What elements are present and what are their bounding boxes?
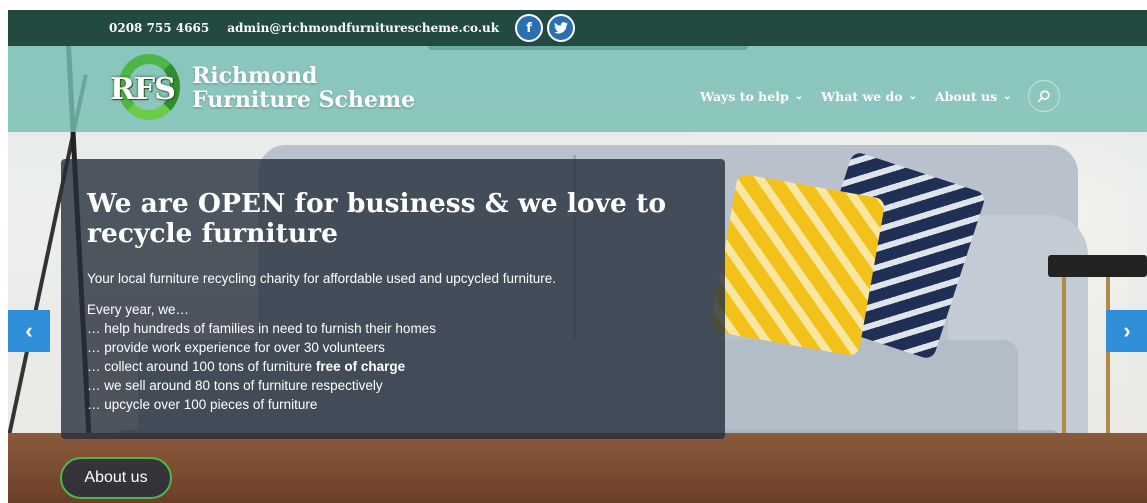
logo-initials: RFS — [110, 72, 176, 107]
phone-link[interactable]: 0208 755 4665 — [109, 21, 209, 35]
hero-subtitle: Your local furniture recycling charity f… — [87, 271, 557, 286]
facebook-glyph: f — [526, 20, 532, 36]
site-logo[interactable]: RFS Richmond Furniture Scheme — [108, 54, 415, 122]
list-item: … help hundreds of families in need to f… — [87, 321, 436, 336]
email-link[interactable]: admin@richmondfurniturescheme.co.uk — [227, 21, 499, 35]
list-item: … provide work experience for over 30 vo… — [87, 340, 385, 355]
about-us-button[interactable]: About us — [60, 457, 172, 499]
chevron-down-icon: ⌄ — [908, 90, 917, 102]
nav-label: About us — [934, 88, 998, 104]
twitter-bird-glyph — [554, 22, 569, 34]
carousel-next-button[interactable]: › — [1106, 310, 1147, 352]
chevron-right-icon: › — [1123, 318, 1131, 343]
hero-list: Every year, we… … help hundreds of famil… — [87, 300, 699, 414]
site-header: RFS Richmond Furniture Scheme Ways to he… — [8, 46, 1147, 132]
twitter-icon[interactable] — [547, 14, 576, 42]
nav-what-we-do[interactable]: What we do ⌄ — [821, 89, 917, 104]
logo-wordmark: Richmond Furniture Scheme — [192, 64, 415, 112]
list-item: … upcycle over 100 pieces of furniture — [87, 397, 318, 412]
logo-line-1: Richmond — [192, 63, 318, 89]
chevron-down-icon: ⌄ — [794, 90, 804, 102]
hero-title: We are OPEN for business & we love to re… — [87, 188, 666, 249]
list-item: … collect around 100 tons of furniture f… — [87, 357, 699, 376]
wood-floor — [8, 433, 1147, 503]
page: 0208 755 4665 admin@richmondfurnituresch… — [8, 10, 1147, 503]
list-intro: Every year, we… — [87, 302, 190, 317]
yellow-pillow — [710, 173, 886, 357]
carousel-prev-button[interactable]: ‹ — [8, 310, 50, 352]
recycle-logo-icon: RFS — [108, 54, 184, 122]
nav-ways-to-help[interactable]: Ways to help ⌄ — [700, 89, 803, 104]
contact-bar: 0208 755 4665 admin@richmondfurnituresch… — [8, 10, 1147, 46]
nav-label: What we do — [821, 88, 903, 104]
main-nav: Ways to help ⌄ What we do ⌄ About us ⌄ — [700, 80, 1060, 112]
list-item-emphasis: free of charge — [315, 359, 406, 374]
list-item-text: … collect around 100 tons of furniture — [87, 359, 316, 374]
logo-line-2: Furniture Scheme — [192, 87, 416, 113]
chevron-left-icon: ‹ — [25, 318, 33, 343]
nav-label: Ways to help — [700, 88, 789, 104]
side-table-top — [1048, 255, 1147, 277]
facebook-icon[interactable]: f — [515, 14, 544, 42]
list-item: … we sell around 80 tons of furniture re… — [87, 378, 383, 393]
hero-panel: We are OPEN for business & we love to re… — [61, 159, 725, 439]
nav-about-us[interactable]: About us ⌄ — [935, 89, 1012, 104]
search-button[interactable] — [1027, 80, 1060, 112]
chevron-down-icon: ⌄ — [1003, 90, 1012, 102]
search-icon — [1037, 90, 1050, 103]
